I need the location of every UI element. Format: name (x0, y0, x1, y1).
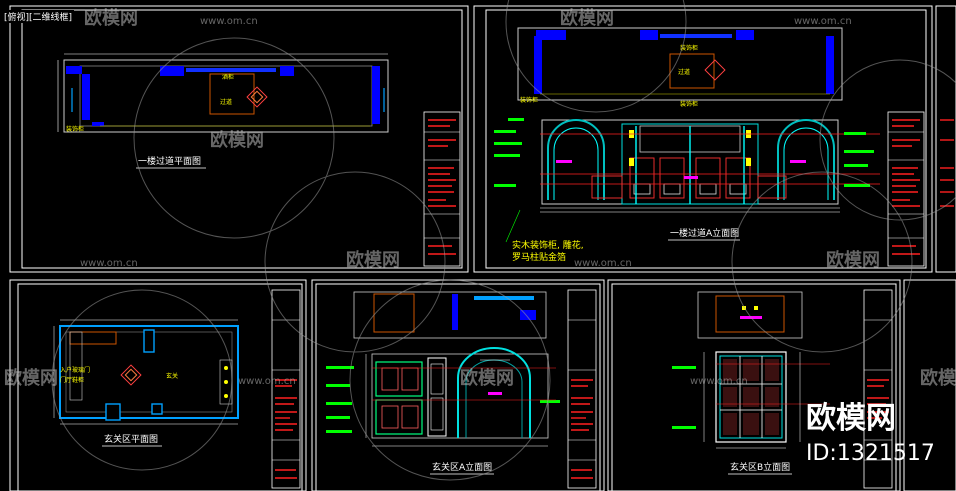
label-shoe-cabinet: 门厅鞋柜 (60, 376, 84, 384)
label-cabinet: 酒柜 (222, 73, 234, 81)
label-corridor-top: 过道 (678, 68, 690, 76)
corner-stamp: 欧模网 ID:1321517 (806, 401, 935, 466)
watermark-brand-5: 欧模网 (826, 249, 880, 271)
label-corridor: 过道 (220, 98, 232, 106)
drawing-title: 玄关区A立面图 (432, 461, 492, 473)
watermark-url-5: www.om.cn (238, 376, 296, 387)
label-decor-cabinet: 装饰柜 (66, 125, 84, 133)
label-bottom-cabinet: 装饰柜 (680, 100, 698, 108)
watermark-url-6: www.om.cn (690, 376, 748, 387)
drawing-corridor-elevation[interactable]: 装饰柜 过道 装饰柜 装饰柜 实木装饰柜, 雕花, 罗马柱贴金箔 一楼过道A立面… (494, 27, 880, 263)
watermark-url-1: www.om.cn (200, 16, 258, 27)
title-block-far-right (940, 119, 954, 207)
sheet-top-far-right (935, 5, 956, 273)
watermark-brand-6: 欧模网 (4, 367, 58, 389)
material-note-line1: 实木装饰柜, 雕花, (512, 239, 584, 251)
label-entry-door: 入户玻璃门 (60, 366, 90, 374)
watermark-url-3: www.om.cn (80, 258, 138, 269)
drawing-title: 一楼过道A立面图 (670, 227, 739, 239)
title-block-top-right (887, 111, 925, 267)
watermark-brand-8: 欧模网 (920, 367, 956, 389)
stamp-id: ID:1321517 (806, 441, 935, 466)
watermark-brand-3: 欧模网 (210, 129, 264, 151)
watermark-url-4: www.om.cn (574, 258, 632, 269)
drawing-title: 一楼过道平面图 (138, 155, 201, 167)
title-block-bottom-mid (567, 289, 597, 489)
watermark-brand-4: 欧模网 (346, 249, 400, 271)
drawing-entry-plan[interactable]: 入户玻璃门 门厅鞋柜 玄关 玄关区平面图 (53, 319, 239, 447)
viewport-tab-label[interactable]: [俯视][二维线框] (2, 10, 75, 23)
drawing-title: 玄关区平面图 (104, 433, 158, 445)
watermark-url-2: www.om.cn (794, 16, 852, 27)
watermark-brand-7: 欧模网 (460, 367, 514, 389)
label-left-cabinet: 装饰柜 (520, 96, 538, 104)
label-hall: 玄关 (166, 372, 178, 380)
cad-drawing-canvas[interactable]: 酒柜 过道 装饰柜 一楼过道平面图 装饰柜 过道 装饰柜 装饰柜 实木装饰柜, … (0, 0, 956, 491)
watermark-brand-2: 欧模网 (560, 7, 614, 29)
material-note-line2: 罗马柱贴金箔 (512, 251, 566, 263)
title-block-top-left (423, 111, 461, 267)
watermark-brand-1: 欧模网 (84, 7, 138, 29)
stamp-brand: 欧模网 (806, 401, 896, 436)
drawing-title: 玄关区B立面图 (730, 461, 790, 473)
